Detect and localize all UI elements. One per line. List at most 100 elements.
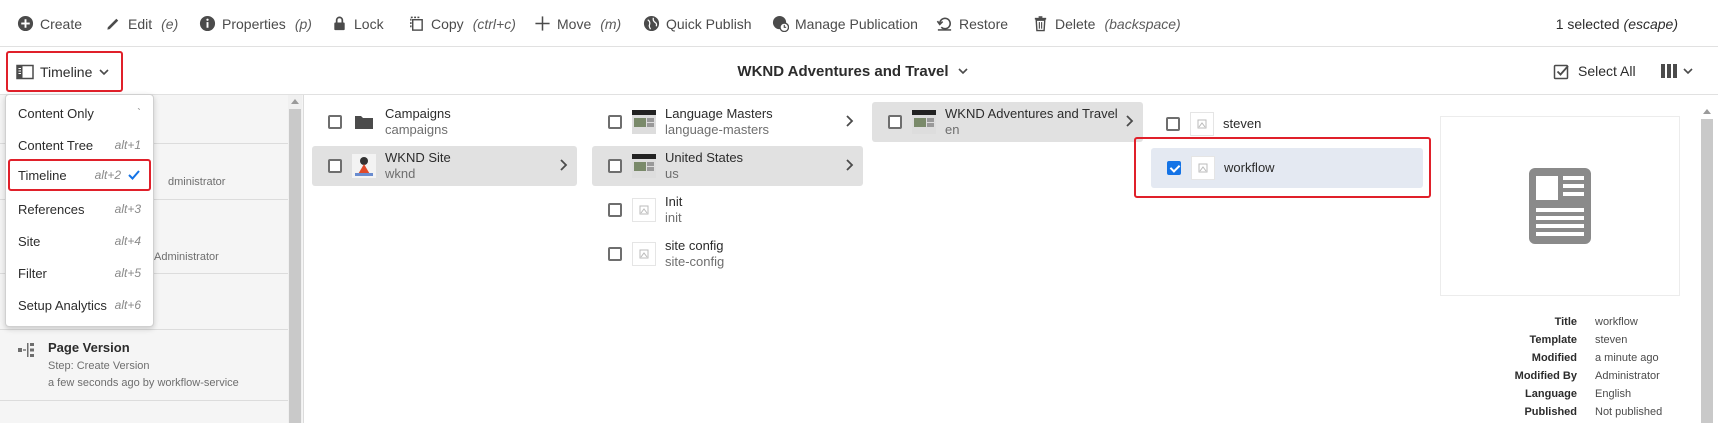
chevron-right-icon	[560, 159, 568, 171]
meta-label: Modified	[1531, 352, 1577, 364]
meta-row-published: Published Not published	[1440, 406, 1662, 423]
meta-value: steven	[1595, 334, 1628, 346]
item-name: us	[665, 166, 679, 181]
menu-item-shortcut: alt+2	[94, 168, 121, 182]
menu-item-setup-analytics[interactable]: Setup Analytics alt+6	[6, 289, 153, 321]
item-name: campaigns	[385, 122, 448, 137]
copy-button[interactable]: Copy (ctrl+c)	[408, 0, 516, 47]
item-checkbox[interactable]	[328, 159, 342, 173]
selection-count[interactable]: 1 selected (escape)	[1556, 0, 1678, 47]
meta-label: Template	[1529, 334, 1577, 346]
item-checkbox[interactable]	[608, 203, 622, 217]
site-thumbnail	[352, 154, 376, 178]
chevron-right-icon	[846, 159, 854, 171]
item-checkbox[interactable]	[608, 115, 622, 129]
column-item[interactable]: United States us	[592, 146, 863, 186]
timeline-entry-step: Step: Create Version	[48, 360, 150, 372]
properties-shortcut: (p)	[294, 15, 312, 32]
menu-item-filter[interactable]: Filter alt+5	[6, 257, 153, 289]
chevron-right-icon	[1126, 115, 1134, 127]
move-button[interactable]: Move (m)	[534, 0, 621, 47]
meta-label: Modified By	[1514, 370, 1577, 382]
restore-icon	[936, 17, 952, 31]
item-checkbox[interactable]	[328, 115, 342, 129]
item-title: WKND Adventures and Travel	[945, 106, 1118, 121]
page-placeholder-icon	[632, 198, 656, 222]
timeline-entry[interactable]: Page Version Step: Create Version a few …	[0, 330, 288, 400]
create-label: Create	[40, 15, 83, 32]
scroll-up-arrow-icon[interactable]	[1703, 109, 1711, 114]
rail-scrollbar[interactable]	[288, 95, 302, 423]
column-item[interactable]: site config site-config	[592, 234, 863, 274]
menu-item-site[interactable]: Site alt+4	[6, 225, 153, 257]
column-scrollbar[interactable]	[1700, 95, 1714, 423]
properties-label: Properties	[222, 15, 286, 32]
workflow-icon	[18, 343, 34, 357]
menu-item-label: Content Only	[18, 105, 94, 121]
meta-row-language: Language English	[1440, 388, 1631, 406]
menu-item-label: Filter	[18, 265, 47, 281]
action-bar: Create Edit (e) Properties (p) Lock Copy (c…	[0, 0, 1718, 47]
meta-value: Administrator	[1595, 370, 1660, 382]
restore-button[interactable]: Restore	[936, 0, 1008, 47]
manage-publication-button[interactable]: Manage Publication	[772, 0, 918, 47]
item-name: en	[945, 122, 960, 137]
menu-item-shortcut: alt+6	[114, 298, 141, 312]
page-thumbnail	[632, 154, 656, 178]
item-checkbox[interactable]	[888, 115, 902, 129]
lock-button[interactable]: Lock	[331, 0, 384, 47]
menu-item-label: Setup Analytics	[18, 297, 107, 313]
item-checkbox[interactable]	[608, 159, 622, 173]
move-icon	[535, 16, 550, 31]
menu-item-references[interactable]: References alt+3	[6, 193, 153, 225]
create-button[interactable]: Create	[17, 0, 82, 47]
view-bar: Timeline WKND Adventures and Travel Sele…	[0, 47, 1718, 95]
meta-value: Not published	[1595, 406, 1663, 418]
item-name: language-masters	[665, 122, 770, 137]
page-thumbnail	[912, 110, 936, 134]
item-checkbox[interactable]	[1166, 117, 1180, 131]
selection-shortcut: (escape)	[1623, 15, 1678, 32]
column-item[interactable]: WKND Adventures and Travel en	[872, 102, 1143, 142]
meta-row-modified-by: Modified By Administrator	[1440, 370, 1660, 388]
selection-count-label: 1 selected	[1555, 15, 1620, 32]
column-item[interactable]: Init init	[592, 190, 863, 230]
properties-button[interactable]: Properties (p)	[199, 0, 312, 47]
preview-card	[1440, 116, 1680, 296]
scrollbar-thumb[interactable]	[1701, 119, 1713, 423]
item-name: site-config	[665, 254, 725, 269]
move-label: Move	[557, 15, 592, 32]
lock-label: Lock	[354, 15, 384, 32]
item-checkbox[interactable]	[608, 247, 622, 261]
menu-item-content-tree[interactable]: Content Tree alt+1	[6, 129, 153, 161]
column-item[interactable]: Campaigns campaigns	[312, 102, 577, 142]
scrollbar-thumb[interactable]	[289, 109, 301, 423]
scroll-up-arrow-icon[interactable]	[291, 99, 299, 104]
item-title: steven	[1223, 116, 1262, 131]
pencil-icon	[107, 18, 119, 30]
meta-row-modified: Modified a minute ago	[1440, 352, 1659, 370]
menu-item-shortcut: alt+4	[114, 234, 141, 248]
rail-partial-text: Administrator	[154, 251, 219, 263]
menu-item-label: Timeline	[18, 167, 67, 183]
breadcrumb-title[interactable]: WKND Adventures and Travel	[0, 47, 1718, 95]
timeline-entry-time: a few seconds ago by workflow-service	[48, 377, 239, 389]
lock-icon	[334, 16, 345, 31]
globe-icon	[643, 15, 660, 32]
view-switcher[interactable]	[1660, 47, 1694, 95]
select-all-button[interactable]: Select All	[1553, 47, 1636, 95]
menu-item-content-only[interactable]: Content Only `	[6, 97, 153, 129]
menu-item-timeline[interactable]: Timeline alt+2	[8, 159, 151, 191]
menu-item-label: Site	[18, 233, 41, 249]
column-item[interactable]: WKND Site wknd	[312, 146, 577, 186]
breadcrumb-title-text: WKND Adventures and Travel	[737, 62, 949, 80]
quick-publish-label: Quick Publish	[666, 15, 752, 32]
quick-publish-button[interactable]: Quick Publish	[643, 0, 752, 47]
manage-publication-label: Manage Publication	[795, 15, 918, 32]
item-title: Campaigns	[385, 106, 451, 121]
chevron-down-icon	[958, 68, 968, 75]
column-item[interactable]: Language Masters language-masters	[592, 102, 863, 142]
rail-divider	[0, 400, 288, 401]
delete-button[interactable]: Delete (backspace)	[1032, 0, 1181, 47]
edit-button[interactable]: Edit (e)	[105, 0, 178, 47]
